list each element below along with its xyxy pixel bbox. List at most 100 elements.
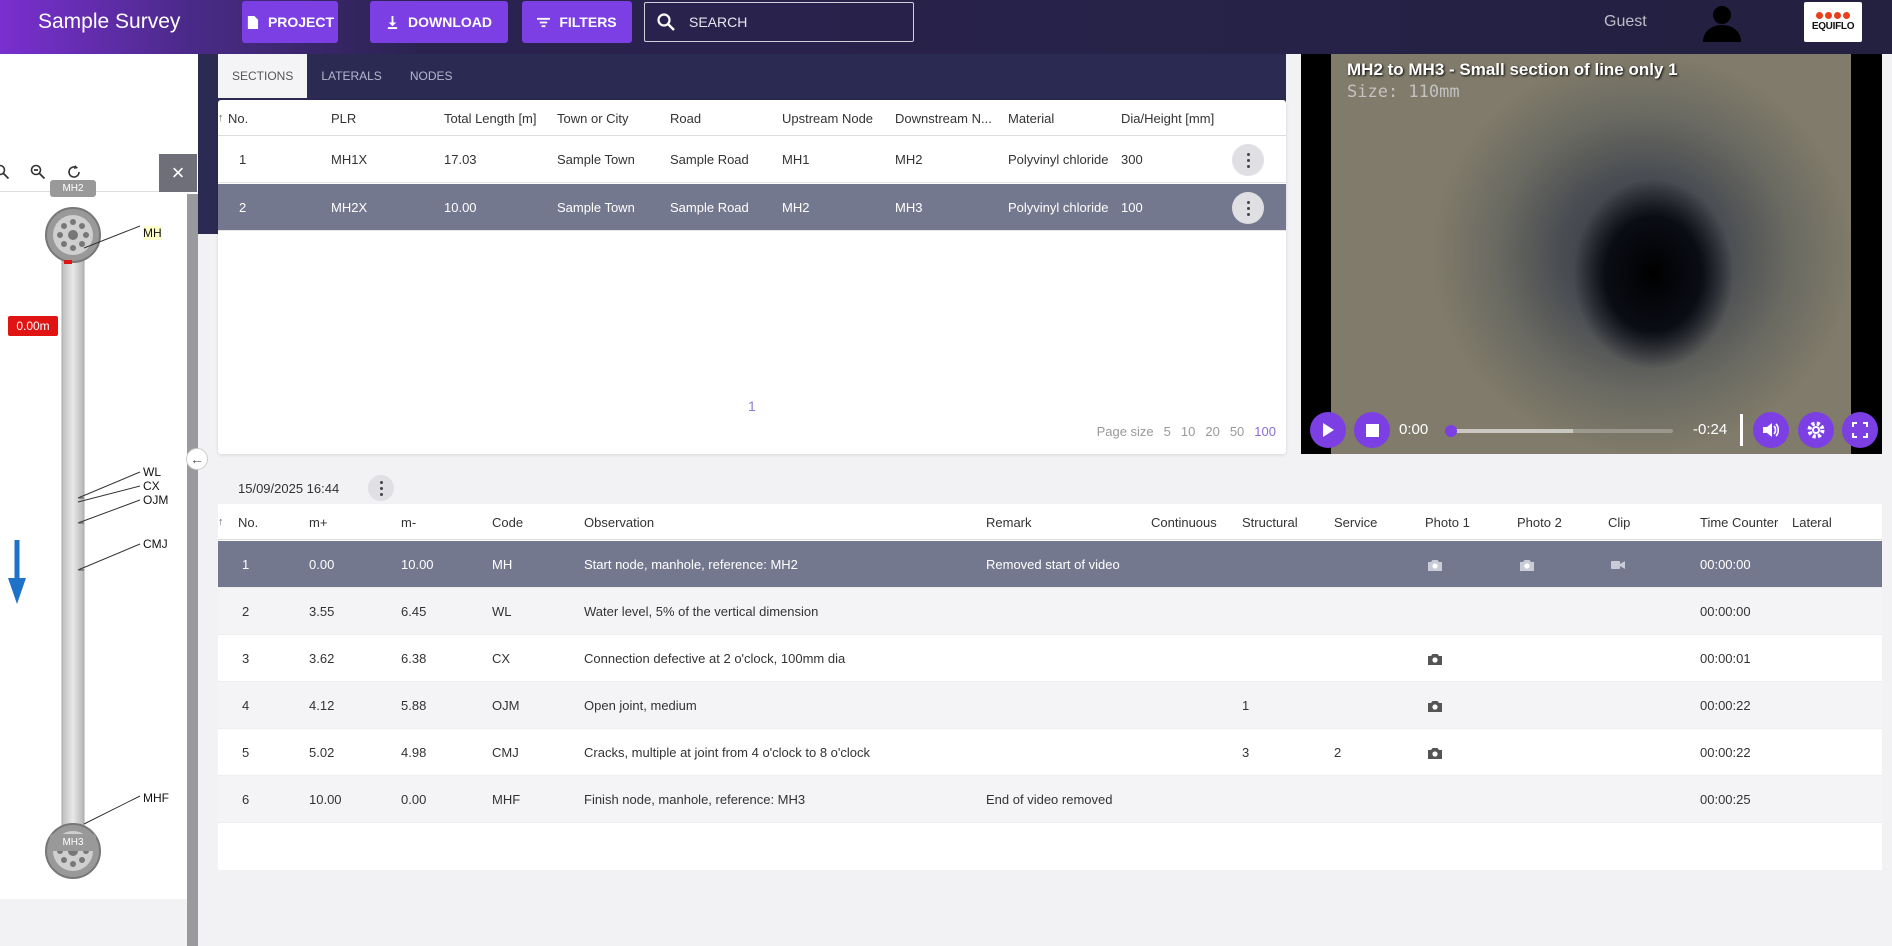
section-road: Sample Road bbox=[670, 152, 749, 167]
col-service[interactable]: Service bbox=[1334, 504, 1377, 540]
obs-observation: Start node, manhole, reference: MH2 bbox=[584, 557, 798, 572]
download-button[interactable]: DOWNLOAD bbox=[370, 1, 508, 43]
fullscreen-button[interactable] bbox=[1842, 412, 1878, 448]
page-size-selector: Page size 5 10 20 50 100 bbox=[1097, 424, 1276, 439]
observation-row[interactable]: 2 3.55 6.45 WL Water level, 5% of the vertic… bbox=[218, 588, 1882, 635]
page-size-option[interactable]: 20 bbox=[1205, 424, 1219, 439]
camera-icon[interactable] bbox=[1428, 682, 1442, 729]
schematic-scrollbar[interactable] bbox=[187, 194, 198, 946]
collapse-panel-button[interactable]: ← bbox=[186, 448, 208, 470]
start-node-badge: MH2 bbox=[50, 180, 96, 197]
project-button-label: PROJECT bbox=[267, 14, 335, 30]
end-manhole-icon[interactable] bbox=[45, 823, 101, 879]
camera-icon[interactable] bbox=[1428, 541, 1442, 588]
page-size-option[interactable]: 5 bbox=[1164, 424, 1171, 439]
camera-icon[interactable] bbox=[1520, 541, 1534, 588]
obs-structural: 3 bbox=[1242, 745, 1250, 760]
schematic-label-wl[interactable]: WL bbox=[143, 465, 161, 479]
section-row-selected[interactable]: 2 MH2X 10.00 Sample Town Sample Road MH2… bbox=[218, 184, 1286, 231]
observation-row[interactable]: 5 5.02 4.98 CMJ Cracks, multiple at joint fr… bbox=[218, 729, 1882, 776]
section-town: Sample Town bbox=[557, 200, 635, 215]
col-clip[interactable]: Clip bbox=[1608, 504, 1630, 540]
row-menu-button[interactable] bbox=[1232, 192, 1264, 224]
obs-m-plus: 5.02 bbox=[309, 745, 335, 760]
inspection-date: 15/09/2025 16:44 bbox=[238, 480, 340, 496]
col-photo-1[interactable]: Photo 1 bbox=[1425, 504, 1470, 540]
row-menu-button[interactable] bbox=[1232, 144, 1264, 176]
stop-button[interactable] bbox=[1354, 412, 1390, 448]
video-icon[interactable] bbox=[1611, 541, 1625, 588]
obs-m-plus: 4.12 bbox=[309, 698, 335, 713]
observations-table-header: ↑ No. m+ m- Code Observation Remark Cont… bbox=[218, 504, 1882, 540]
sort-icon: ↑ bbox=[218, 516, 224, 528]
inspection-menu-button[interactable] bbox=[368, 475, 394, 501]
section-length: 17.03 bbox=[444, 152, 477, 167]
observation-row-selected[interactable]: 1 0.00 10.00 MH Start node, manhole, referen… bbox=[218, 541, 1882, 588]
section-row[interactable]: 1 MH1X 17.03 Sample Town Sample Road MH1… bbox=[218, 136, 1286, 183]
start-manhole-icon[interactable] bbox=[45, 207, 101, 263]
col-observation[interactable]: Observation bbox=[584, 504, 654, 540]
col-continuous[interactable]: Continuous bbox=[1151, 504, 1217, 540]
schematic-label-mh[interactable]: MH bbox=[143, 226, 162, 240]
camera-icon[interactable] bbox=[1428, 635, 1442, 682]
observation-row[interactable]: 6 10.00 0.00 MHF Finish node, manhole, refer… bbox=[218, 776, 1882, 823]
obs-m-minus: 10.00 bbox=[401, 557, 434, 572]
play-icon bbox=[1323, 423, 1334, 437]
video-player[interactable]: MH2 to MH3 - Small section of line only … bbox=[1301, 54, 1882, 454]
schematic-label-mhf[interactable]: MHF bbox=[143, 791, 169, 805]
section-tabs: SECTIONS LATERALS NODES bbox=[218, 54, 467, 98]
inspection-date-tab[interactable]: 15/09/2025 16:44 bbox=[218, 470, 396, 506]
col-lateral[interactable]: Lateral bbox=[1792, 504, 1832, 540]
user-avatar-icon[interactable] bbox=[1700, 2, 1744, 42]
obs-time-counter: 00:00:22 bbox=[1700, 745, 1751, 760]
settings-button[interactable] bbox=[1798, 412, 1834, 448]
tab-sections[interactable]: SECTIONS bbox=[218, 54, 308, 98]
app-title[interactable]: Sample Survey bbox=[38, 10, 180, 34]
page-number[interactable]: 1 bbox=[748, 398, 756, 414]
play-button[interactable] bbox=[1310, 412, 1346, 448]
col-upstream-node[interactable]: Upstream Node bbox=[782, 100, 873, 136]
schematic-label-cx[interactable]: CX bbox=[143, 479, 160, 493]
buffered-bar bbox=[1451, 429, 1574, 433]
col-total-length[interactable]: Total Length [m] bbox=[444, 100, 537, 136]
search-input[interactable] bbox=[689, 14, 889, 30]
col-structural[interactable]: Structural bbox=[1242, 504, 1298, 540]
col-m-minus[interactable]: m- bbox=[401, 504, 416, 540]
col-no[interactable]: No. bbox=[238, 504, 258, 540]
page-size-option[interactable]: 50 bbox=[1230, 424, 1244, 439]
video-title-overlay: MH2 to MH3 - Small section of line only … bbox=[1347, 60, 1678, 79]
tab-laterals[interactable]: LATERALS bbox=[307, 54, 395, 98]
volume-slider[interactable] bbox=[1740, 414, 1743, 446]
camera-icon[interactable] bbox=[1428, 729, 1442, 776]
col-photo-2[interactable]: Photo 2 bbox=[1517, 504, 1562, 540]
tab-nodes[interactable]: NODES bbox=[396, 54, 467, 98]
col-material[interactable]: Material bbox=[1008, 100, 1054, 136]
col-dia-height[interactable]: Dia/Height [mm] bbox=[1121, 100, 1214, 136]
col-road[interactable]: Road bbox=[670, 100, 701, 136]
col-time-counter[interactable]: Time Counter bbox=[1700, 504, 1778, 540]
volume-button[interactable] bbox=[1753, 412, 1789, 448]
col-code[interactable]: Code bbox=[492, 504, 523, 540]
section-town: Sample Town bbox=[557, 152, 635, 167]
schematic-label-cmj[interactable]: CMJ bbox=[143, 537, 168, 551]
page-size-option[interactable]: 10 bbox=[1181, 424, 1195, 439]
schematic-label-ojm[interactable]: OJM bbox=[143, 493, 168, 507]
col-m-plus[interactable]: m+ bbox=[309, 504, 327, 540]
filters-button-label: FILTERS bbox=[559, 14, 617, 30]
observation-row[interactable]: 3 3.62 6.38 CX Connection defective at 2 o'c… bbox=[218, 635, 1882, 682]
filters-button[interactable]: FILTERS bbox=[522, 1, 632, 43]
obs-no: 5 bbox=[242, 745, 250, 760]
video-progress-bar[interactable] bbox=[1445, 425, 1673, 437]
observation-row[interactable]: 4 4.12 5.88 OJM Open joint, medium 1 00:00:22 bbox=[218, 682, 1882, 729]
obs-m-minus: 6.45 bbox=[401, 604, 427, 619]
col-downstream-node[interactable]: Downstream N... bbox=[895, 100, 1005, 136]
section-diameter: 300 bbox=[1121, 152, 1143, 167]
project-button[interactable]: PROJECT bbox=[242, 1, 338, 43]
page-size-option-selected[interactable]: 100 bbox=[1254, 424, 1276, 439]
progress-handle[interactable] bbox=[1445, 425, 1457, 437]
col-town[interactable]: Town or City bbox=[557, 100, 629, 136]
col-remark[interactable]: Remark bbox=[986, 504, 1032, 540]
arrow-left-icon: ← bbox=[190, 451, 204, 467]
col-no[interactable]: No. bbox=[228, 100, 248, 136]
col-plr[interactable]: PLR bbox=[331, 100, 356, 136]
